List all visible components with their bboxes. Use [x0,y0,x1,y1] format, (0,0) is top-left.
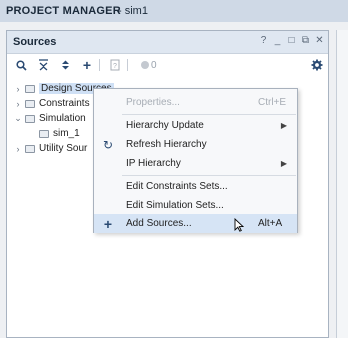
context-menu: Properties... Ctrl+E Hierarchy Update ▶ … [93,88,298,233]
menu-item-hierarchy-update[interactable]: Hierarchy Update ▶ [94,116,297,135]
tree-item-label: Utility Sour [39,143,88,154]
refresh-icon: ↻ [102,137,114,152]
menu-item-add-sources[interactable]: + Add Sources... Alt+A [94,214,297,233]
sources-panel-header: Sources ? _ □ ⧉ ✕ [7,31,328,54]
close-icon[interactable]: ✕ [315,35,324,46]
menu-item-label: Edit Constraints Sets... [126,181,228,192]
app-title: PROJECT MANAGER [6,5,121,17]
plus-icon: + [103,215,113,232]
menu-item-label: IP Hierarchy [126,158,181,169]
menu-item-label: Edit Simulation Sets... [126,200,224,211]
chevron-right-icon[interactable]: › [13,99,23,109]
maximize-icon[interactable]: □ [287,35,296,46]
adjacent-panel-edge [336,30,348,338]
expand-all-icon[interactable] [57,57,73,73]
menu-item-label: Refresh Hierarchy [126,139,207,150]
menu-item-ip-hierarchy[interactable]: IP Hierarchy ▶ [94,154,297,173]
sources-toolbar: + ? 0 [7,54,328,76]
panel-title: Sources [13,36,57,48]
project-manager-titlebar: PROJECT MANAGER - sim1 [0,0,348,22]
status-count: 0 [151,60,157,71]
document-icon[interactable]: ? [107,57,123,73]
menu-item-edit-constraints-sets[interactable]: Edit Constraints Sets... [94,177,297,196]
tree-item-simulation[interactable]: ⌄ Simulation [13,111,86,126]
folder-icon [25,84,35,93]
menu-item-label: Properties... [126,97,180,108]
add-icon[interactable]: + [79,57,95,73]
chevron-down-icon[interactable]: ⌄ [13,113,23,124]
menu-item-properties[interactable]: Properties... Ctrl+E [94,93,297,112]
app-subtitle: - sim1 [118,5,148,17]
gear-icon[interactable] [309,57,325,73]
toolbar-divider [99,59,100,71]
menu-item-label: Hierarchy Update [126,120,204,131]
panel-header-controls: ? _ □ ⧉ ✕ [259,35,324,46]
tree-item-sim-1[interactable]: sim_1 [37,126,80,141]
menu-item-label: Add Sources... [126,218,192,229]
menu-item-edit-simulation-sets[interactable]: Edit Simulation Sets... [94,196,297,215]
menu-item-refresh-hierarchy[interactable]: ↻ Refresh Hierarchy [94,135,297,154]
folder-icon [25,114,35,123]
folder-icon [39,129,49,138]
folder-icon [25,144,35,153]
mouse-cursor-icon [234,218,244,232]
folder-icon [25,99,35,108]
menu-item-shortcut: Alt+A [258,218,283,229]
chevron-right-icon[interactable]: › [13,84,23,94]
tree-item-label: sim_1 [53,128,80,139]
chevron-right-icon[interactable]: › [13,144,23,154]
menu-separator [122,175,296,176]
svg-text:?: ? [113,63,117,70]
float-icon[interactable]: ⧉ [301,35,310,46]
menu-item-shortcut: Ctrl+E [258,97,287,108]
collapse-all-icon[interactable] [35,57,51,73]
tree-item-label: Simulation [39,113,86,124]
submenu-arrow-icon: ▶ [280,121,287,130]
tree-item-utility-sources[interactable]: › Utility Sour [13,141,88,156]
tree-item-constraints[interactable]: › Constraints [13,96,90,111]
menu-separator [122,114,296,115]
tree-item-label: Constraints [39,98,90,109]
submenu-arrow-icon: ▶ [280,159,287,168]
help-icon[interactable]: ? [259,35,268,46]
search-icon[interactable] [13,57,29,73]
minimize-icon[interactable]: _ [273,35,282,46]
toolbar-divider [127,59,128,71]
